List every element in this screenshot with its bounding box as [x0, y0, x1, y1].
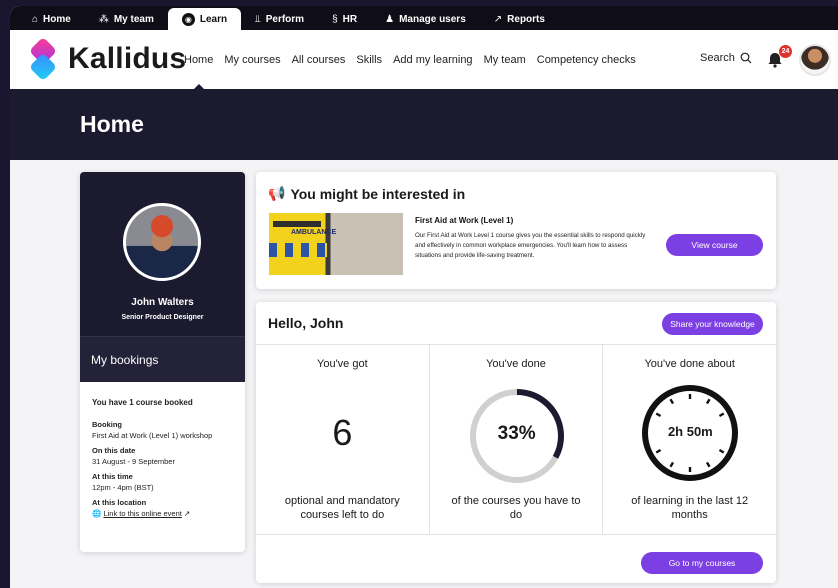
- location-row: 🌐 Link to this online event ↗: [92, 509, 233, 518]
- profile-photo: [123, 203, 201, 281]
- brand-name: Kallidus: [68, 42, 187, 75]
- booking-value: First Aid at Work (Level 1) workshop: [92, 431, 213, 440]
- external-link-icon: ↗: [183, 509, 191, 518]
- nav-all-courses[interactable]: All courses: [292, 30, 346, 89]
- nav-add-my-learning[interactable]: Add my learning: [393, 30, 473, 89]
- team-icon: ⁂: [98, 13, 109, 25]
- tab-label: My team: [113, 13, 154, 25]
- date-label: On this date: [92, 446, 136, 455]
- profile-name: John Walters: [131, 297, 194, 308]
- nav-skills[interactable]: Skills: [356, 30, 382, 89]
- nav-home[interactable]: Home: [184, 30, 213, 89]
- stat-heading: You've done: [486, 358, 546, 370]
- hr-icon: §: [332, 13, 338, 25]
- date-value: 31 August - 9 September: [92, 457, 175, 466]
- tab-reports[interactable]: ↗ Reports: [480, 8, 559, 30]
- users-icon: ♟: [385, 13, 395, 25]
- stat-caption: of the courses you have to do: [451, 495, 581, 521]
- stats-row: You've got 6 optional and mandatory cour…: [256, 344, 776, 535]
- tab-perform[interactable]: ⫫ Perform: [241, 8, 318, 30]
- tab-learn[interactable]: ◉ Learn: [167, 8, 242, 30]
- stat-caption: of learning in the last 12 months: [631, 495, 749, 521]
- stat-value: 33%: [497, 423, 536, 444]
- learn-icon: ◉: [181, 12, 195, 26]
- share-knowledge-button[interactable]: Share your knowledge: [662, 313, 763, 335]
- nav-my-team[interactable]: My team: [484, 30, 526, 89]
- tab-hr[interactable]: § HR: [318, 8, 371, 30]
- stat-courses-left: You've got 6 optional and mandatory cour…: [256, 345, 430, 534]
- profile-header: John Walters Senior Product Designer: [80, 172, 245, 336]
- greeting: Hello, John: [268, 315, 344, 331]
- profile-card: John Walters Senior Product Designer My …: [80, 172, 245, 552]
- bookings-summary: You have 1 course booked: [92, 398, 193, 407]
- megaphone-icon: 📢: [268, 185, 286, 201]
- reports-icon: ↗: [493, 13, 503, 25]
- bookings-body: You have 1 course booked Booking First A…: [80, 382, 245, 534]
- location-label: At this location: [92, 498, 147, 507]
- tab-label: Manage users: [399, 13, 466, 25]
- bookings-title: My bookings: [80, 336, 245, 382]
- stat-value: 6: [332, 412, 353, 453]
- tab-my-team[interactable]: ⁂ My team: [85, 8, 168, 30]
- profile-role: Senior Product Designer: [121, 314, 204, 321]
- tab-manage-users[interactable]: ♟ Manage users: [371, 8, 480, 30]
- stat-caption: optional and mandatory courses left to d…: [284, 495, 400, 521]
- recommendation-card: 📢 You might be interested in AMBULANCE F…: [256, 172, 776, 289]
- home-icon: ⌂: [32, 13, 39, 25]
- tab-home[interactable]: ⌂ Home: [18, 8, 85, 30]
- site-header: Kallidus Home My courses All courses Ski…: [10, 30, 838, 89]
- chart-icon: ⫫: [255, 13, 261, 25]
- tab-label: Reports: [507, 13, 545, 25]
- hello-card: Hello, John Share your knowledge You've …: [256, 302, 776, 583]
- go-to-my-courses-button[interactable]: Go to my courses: [641, 552, 763, 574]
- course-image: AMBULANCE: [269, 213, 403, 275]
- course-description: Our First Aid at Work Level 1 course giv…: [415, 232, 646, 259]
- stat-value: 2h 50m: [667, 424, 713, 439]
- booking-label: Booking: [92, 420, 122, 429]
- user-avatar[interactable]: [799, 44, 831, 76]
- search-icon: [740, 52, 752, 64]
- tab-label: HR: [342, 13, 358, 25]
- stat-heading: You've done about: [644, 358, 735, 370]
- globe-icon: 🌐: [92, 509, 102, 518]
- page-hero: Home: [10, 89, 838, 160]
- tab-label: Home: [43, 13, 71, 25]
- stat-heading: You've got: [317, 358, 368, 370]
- kallidus-logo-icon[interactable]: [27, 39, 63, 81]
- product-switcher: ⌂ Home ⁂ My team ◉ Learn ⫫ Perform § HR ♟ Mana…: [10, 6, 838, 30]
- tab-label: Learn: [199, 13, 228, 25]
- notification-badge: 24: [779, 45, 792, 58]
- stat-completion: You've done 33% of the courses you have …: [430, 345, 604, 534]
- time-label: At this time: [92, 472, 133, 481]
- course-image-text: AMBULANCE: [291, 229, 337, 236]
- search-label: Search: [700, 52, 735, 64]
- view-course-button[interactable]: View course: [666, 234, 763, 256]
- nav-competency-checks[interactable]: Competency checks: [537, 30, 636, 89]
- page-title: Home: [80, 111, 144, 137]
- tab-label: Perform: [265, 13, 305, 25]
- app-window: ⌂ Home ⁂ My team ◉ Learn ⫫ Perform § HR ♟ Mana…: [10, 6, 838, 588]
- online-event-link[interactable]: Link to this online event: [103, 509, 181, 518]
- stat-learning-time: You've done about 2h 50m of learning in …: [603, 345, 776, 534]
- recommendation-title: You might be interested in: [290, 185, 466, 202]
- search-button[interactable]: Search: [700, 52, 752, 64]
- course-title: First Aid at Work (Level 1): [415, 216, 514, 225]
- time-value: 12pm - 4pm (BST): [92, 483, 154, 492]
- nav-my-courses[interactable]: My courses: [224, 30, 280, 89]
- main-nav: Home My courses All courses Skills Add m…: [184, 30, 636, 89]
- recommendation-heading: 📢 You might be interested in: [268, 185, 465, 202]
